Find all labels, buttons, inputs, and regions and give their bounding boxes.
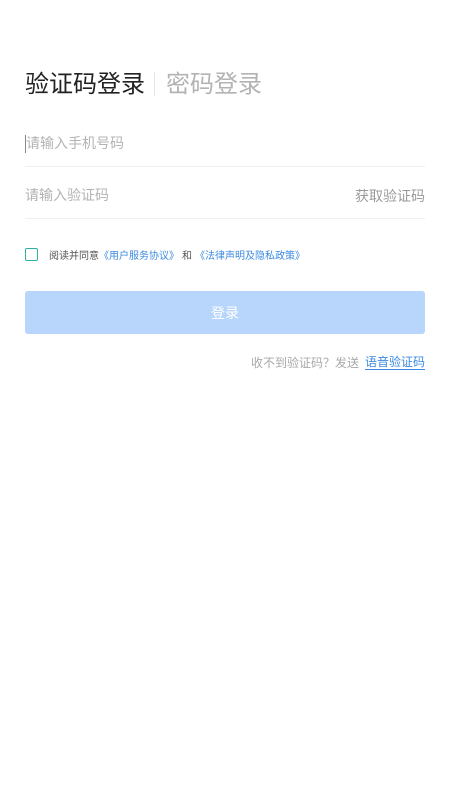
user-agreement-link[interactable]: 《用户服务协议》 (99, 247, 179, 262)
agreement-prefix: 阅读并同意 (49, 250, 99, 262)
voice-code-row: 收不到验证码？发送 语音验证码 (251, 354, 425, 371)
verification-code-input[interactable] (25, 174, 355, 218)
agreement-checkbox[interactable] (25, 247, 38, 261)
tab-divider (154, 72, 155, 96)
phone-field-row (25, 122, 425, 167)
agreement-row: 阅读并同意 《用户服务协议》 和 《法律声明及隐私政策》 (25, 246, 305, 262)
phone-input[interactable] (26, 122, 425, 166)
login-mode-tabs: 验证码登录 密码登录 (25, 64, 262, 104)
privacy-policy-link[interactable]: 《法律声明及隐私政策》 (195, 247, 305, 262)
agreement-and: 和 (182, 250, 192, 262)
code-field-row: 获取验证码 (25, 174, 425, 219)
voice-code-hint: 收不到验证码？发送 (250, 356, 359, 370)
tab-password-login[interactable]: 密码登录 (166, 64, 262, 104)
login-button[interactable]: 登录 (25, 291, 425, 334)
tab-sms-login[interactable]: 验证码登录 (25, 64, 145, 104)
voice-code-link[interactable]: 语音验证码 (364, 355, 425, 370)
get-code-button[interactable]: 获取验证码 (355, 186, 425, 206)
